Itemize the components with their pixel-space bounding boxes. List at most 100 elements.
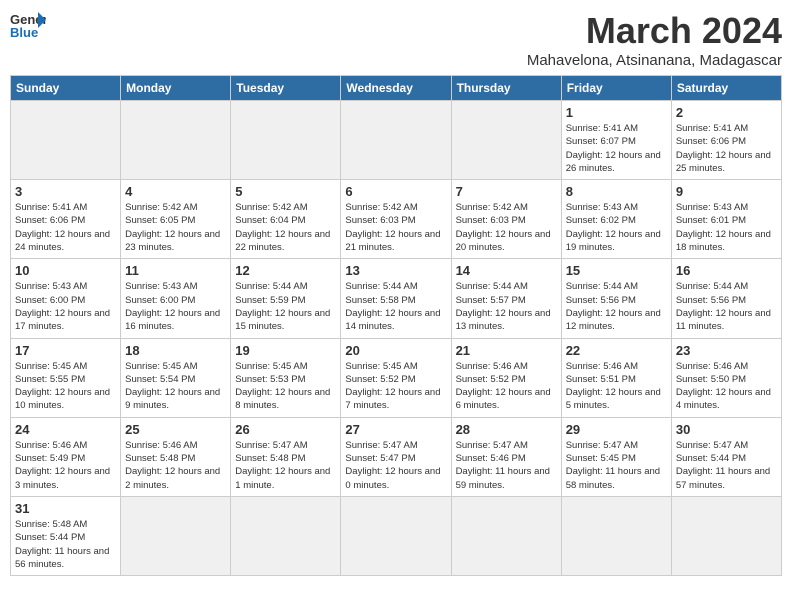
day-info: Sunrise: 5:42 AM Sunset: 6:05 PM Dayligh… [125, 201, 226, 254]
day-info: Sunrise: 5:45 AM Sunset: 5:55 PM Dayligh… [15, 360, 116, 413]
day-number: 30 [676, 422, 777, 437]
calendar-cell: 17Sunrise: 5:45 AM Sunset: 5:55 PM Dayli… [11, 338, 121, 417]
day-info: Sunrise: 5:47 AM Sunset: 5:47 PM Dayligh… [345, 439, 446, 492]
day-number: 27 [345, 422, 446, 437]
calendar-cell [11, 101, 121, 180]
svg-text:Blue: Blue [10, 25, 38, 40]
day-number: 2 [676, 105, 777, 120]
calendar-cell: 21 Sunrise: 5:46 AM Sunset: 5:52 PM Dayli… [451, 338, 561, 417]
calendar-cell: 1Sunrise: 5:41 AM Sunset: 6:07 PM Daylig… [561, 101, 671, 180]
day-number: 13 [345, 263, 446, 278]
day-number: 8 [566, 184, 667, 199]
calendar-cell: 30 Sunrise: 5:47 AM Sunset: 5:44 PM Dayli… [671, 417, 781, 496]
day-number: 18 [125, 343, 226, 358]
calendar-cell: 28 Sunrise: 5:47 AM Sunset: 5:46 PM Dayli… [451, 417, 561, 496]
main-title: March 2024 [527, 10, 782, 52]
week-row-5: 24 Sunrise: 5:46 AM Sunset: 5:49 PM Dayli… [11, 417, 782, 496]
calendar-cell [231, 496, 341, 575]
day-number: 5 [235, 184, 336, 199]
day-number: 22 [566, 343, 667, 358]
day-info: Sunrise: 5:41 AM Sunset: 6:06 PM Dayligh… [676, 122, 777, 175]
day-info: Sunrise: 5:42 AM Sunset: 6:04 PM Dayligh… [235, 201, 336, 254]
calendar-cell: 29Sunrise: 5:47 AM Sunset: 5:45 PM Dayli… [561, 417, 671, 496]
day-number: 16 [676, 263, 777, 278]
day-number: 12 [235, 263, 336, 278]
logo: General Blue [10, 10, 46, 40]
day-number: 29 [566, 422, 667, 437]
day-info: Sunrise: 5:46 AM Sunset: 5:50 PM Dayligh… [676, 360, 777, 413]
calendar-cell: 31Sunrise: 5:48 AM Sunset: 5:44 PM Dayli… [11, 496, 121, 575]
weekday-header-sunday: Sunday [11, 76, 121, 101]
calendar-cell [451, 101, 561, 180]
day-number: 24 [15, 422, 116, 437]
calendar-cell [561, 496, 671, 575]
day-info: Sunrise: 5:43 AM Sunset: 6:00 PM Dayligh… [15, 280, 116, 333]
day-number: 6 [345, 184, 446, 199]
calendar-cell: 13Sunrise: 5:44 AM Sunset: 5:58 PM Dayli… [341, 259, 451, 338]
day-number: 20 [345, 343, 446, 358]
day-info: Sunrise: 5:47 AM Sunset: 5:44 PM Dayligh… [676, 439, 777, 492]
day-info: Sunrise: 5:46 AM Sunset: 5:51 PM Dayligh… [566, 360, 667, 413]
calendar-cell: 16 Sunrise: 5:44 AM Sunset: 5:56 PM Dayli… [671, 259, 781, 338]
day-number: 15 [566, 263, 667, 278]
weekday-header-wednesday: Wednesday [341, 76, 451, 101]
day-info: Sunrise: 5:46 AM Sunset: 5:49 PM Dayligh… [15, 439, 116, 492]
day-info: Sunrise: 5:45 AM Sunset: 5:54 PM Dayligh… [125, 360, 226, 413]
calendar-cell [341, 496, 451, 575]
day-info: Sunrise: 5:43 AM Sunset: 6:01 PM Dayligh… [676, 201, 777, 254]
calendar-cell: 25 Sunrise: 5:46 AM Sunset: 5:48 PM Dayli… [121, 417, 231, 496]
week-row-6: 31Sunrise: 5:48 AM Sunset: 5:44 PM Dayli… [11, 496, 782, 575]
calendar-cell: 2 Sunrise: 5:41 AM Sunset: 6:06 PM Daylig… [671, 101, 781, 180]
day-number: 26 [235, 422, 336, 437]
day-info: Sunrise: 5:44 AM Sunset: 5:56 PM Dayligh… [566, 280, 667, 333]
calendar-cell [451, 496, 561, 575]
calendar-cell: 15 Sunrise: 5:44 AM Sunset: 5:56 PM Dayli… [561, 259, 671, 338]
title-area: March 2024 Mahavelona, Atsinanana, Madag… [527, 10, 782, 69]
day-number: 25 [125, 422, 226, 437]
day-info: Sunrise: 5:45 AM Sunset: 5:52 PM Dayligh… [345, 360, 446, 413]
calendar-cell: 12Sunrise: 5:44 AM Sunset: 5:59 PM Dayli… [231, 259, 341, 338]
day-info: Sunrise: 5:45 AM Sunset: 5:53 PM Dayligh… [235, 360, 336, 413]
calendar-cell: 14Sunrise: 5:44 AM Sunset: 5:57 PM Dayli… [451, 259, 561, 338]
day-number: 23 [676, 343, 777, 358]
day-info: Sunrise: 5:44 AM Sunset: 5:57 PM Dayligh… [456, 280, 557, 333]
calendar-cell: 20 Sunrise: 5:45 AM Sunset: 5:52 PM Dayli… [341, 338, 451, 417]
calendar-cell: 9 Sunrise: 5:43 AM Sunset: 6:01 PM Daylig… [671, 180, 781, 259]
day-number: 3 [15, 184, 116, 199]
calendar-cell: 6 Sunrise: 5:42 AM Sunset: 6:03 PM Daylig… [341, 180, 451, 259]
calendar-cell: 26 Sunrise: 5:47 AM Sunset: 5:48 PM Dayli… [231, 417, 341, 496]
week-row-2: 3 Sunrise: 5:41 AM Sunset: 6:06 PM Daylig… [11, 180, 782, 259]
calendar-cell: 10Sunrise: 5:43 AM Sunset: 6:00 PM Dayli… [11, 259, 121, 338]
weekday-header-tuesday: Tuesday [231, 76, 341, 101]
calendar-cell: 27 Sunrise: 5:47 AM Sunset: 5:47 PM Dayli… [341, 417, 451, 496]
day-info: Sunrise: 5:42 AM Sunset: 6:03 PM Dayligh… [345, 201, 446, 254]
subtitle: Mahavelona, Atsinanana, Madagascar [527, 52, 782, 69]
week-row-4: 17Sunrise: 5:45 AM Sunset: 5:55 PM Dayli… [11, 338, 782, 417]
calendar-cell: 11Sunrise: 5:43 AM Sunset: 6:00 PM Dayli… [121, 259, 231, 338]
day-info: Sunrise: 5:43 AM Sunset: 6:02 PM Dayligh… [566, 201, 667, 254]
calendar-cell: 22 Sunrise: 5:46 AM Sunset: 5:51 PM Dayli… [561, 338, 671, 417]
calendar-cell: 4 Sunrise: 5:42 AM Sunset: 6:05 PM Daylig… [121, 180, 231, 259]
day-number: 7 [456, 184, 557, 199]
weekday-header-friday: Friday [561, 76, 671, 101]
calendar-cell: 23 Sunrise: 5:46 AM Sunset: 5:50 PM Dayli… [671, 338, 781, 417]
day-info: Sunrise: 5:47 AM Sunset: 5:46 PM Dayligh… [456, 439, 557, 492]
day-number: 31 [15, 501, 116, 516]
day-number: 4 [125, 184, 226, 199]
day-info: Sunrise: 5:41 AM Sunset: 6:06 PM Dayligh… [15, 201, 116, 254]
calendar-cell: 5 Sunrise: 5:42 AM Sunset: 6:04 PM Daylig… [231, 180, 341, 259]
day-info: Sunrise: 5:46 AM Sunset: 5:52 PM Dayligh… [456, 360, 557, 413]
calendar-cell: 8 Sunrise: 5:43 AM Sunset: 6:02 PM Daylig… [561, 180, 671, 259]
header: General Blue March 2024 Mahavelona, Atsi… [10, 10, 782, 69]
day-info: Sunrise: 5:47 AM Sunset: 5:48 PM Dayligh… [235, 439, 336, 492]
weekday-header-saturday: Saturday [671, 76, 781, 101]
day-number: 28 [456, 422, 557, 437]
day-info: Sunrise: 5:44 AM Sunset: 5:56 PM Dayligh… [676, 280, 777, 333]
day-info: Sunrise: 5:46 AM Sunset: 5:48 PM Dayligh… [125, 439, 226, 492]
day-number: 19 [235, 343, 336, 358]
calendar-cell: 18 Sunrise: 5:45 AM Sunset: 5:54 PM Dayli… [121, 338, 231, 417]
day-info: Sunrise: 5:42 AM Sunset: 6:03 PM Dayligh… [456, 201, 557, 254]
day-number: 9 [676, 184, 777, 199]
day-number: 21 [456, 343, 557, 358]
weekday-header-thursday: Thursday [451, 76, 561, 101]
